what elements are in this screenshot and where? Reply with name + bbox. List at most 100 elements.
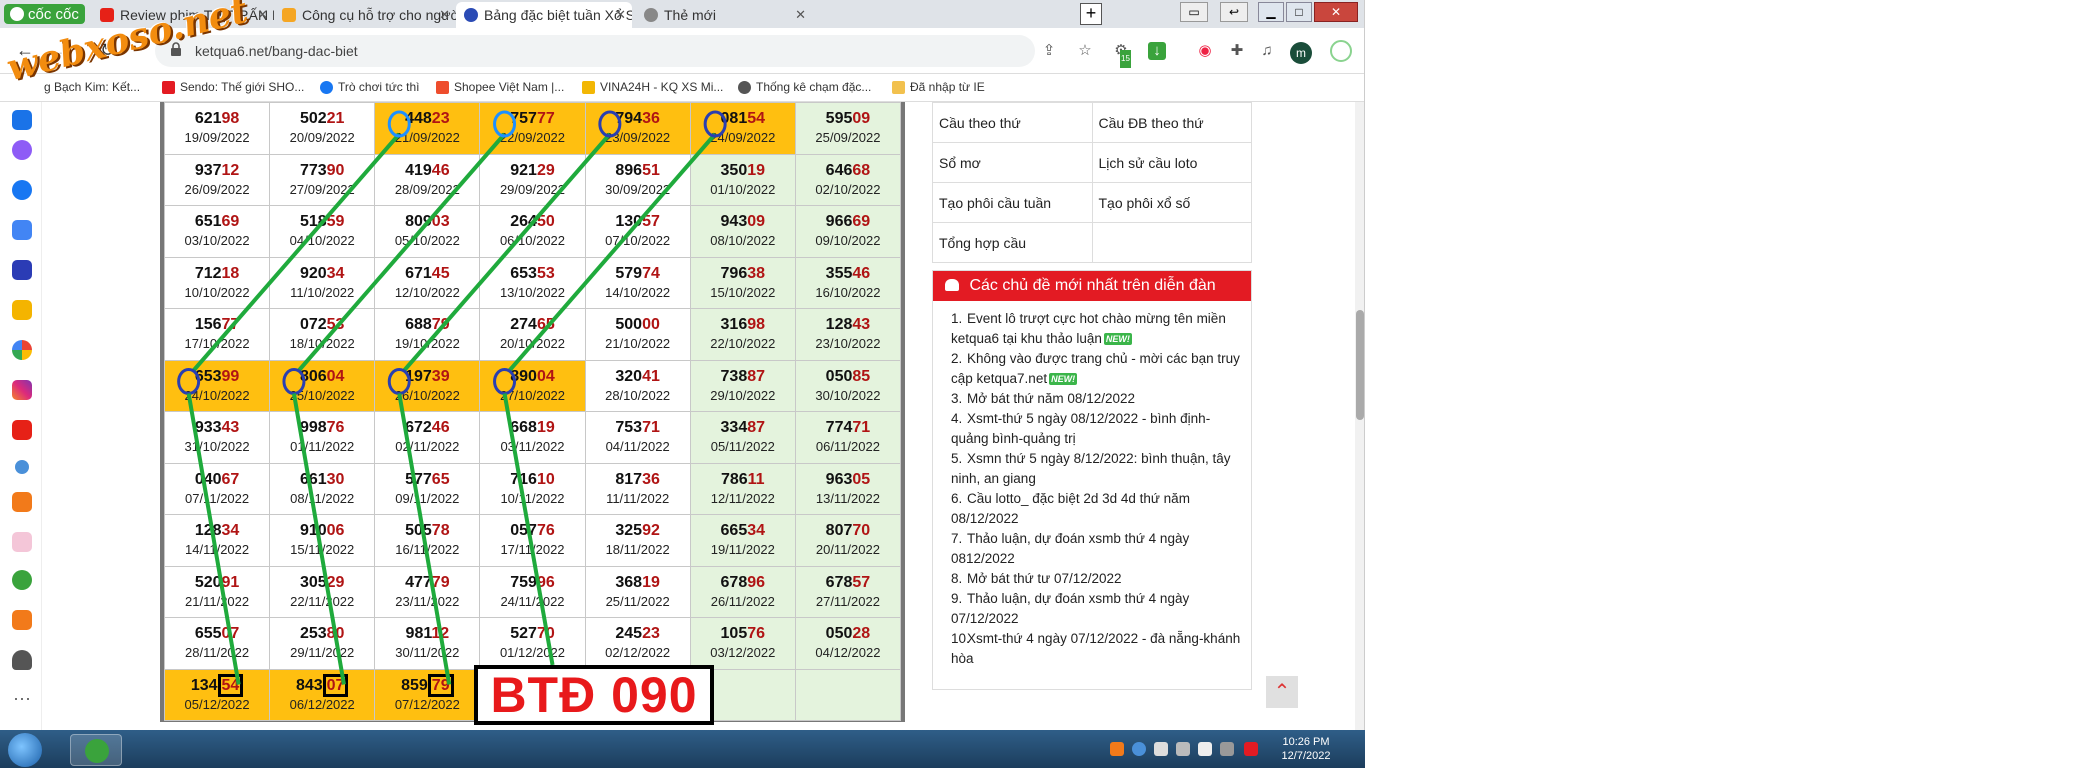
extension-counter-icon[interactable]: ⚙15 xyxy=(1112,42,1131,68)
forum-topic[interactable]: 1. Event lô trượt cực hot chào mừng tên m… xyxy=(951,309,1241,349)
forum-topic[interactable]: 4. Xsmt-thứ 5 ngày 08/12/2022 - bình định… xyxy=(951,409,1241,449)
forum-topic[interactable]: 3. Mở bát thứ năm 08/12/2022 xyxy=(951,389,1241,409)
star-icon[interactable]: ☆ xyxy=(1076,42,1094,60)
omnibox[interactable]: ketqua6.net/bang-dac-biet xyxy=(155,35,1035,67)
browser-brand[interactable]: cốc cốc xyxy=(4,4,85,24)
result-number: 66819 xyxy=(480,418,584,438)
tray-v-icon[interactable] xyxy=(1244,742,1258,756)
forum-topic[interactable]: 6. Cầu lotto_ đặc biệt 2d 3d 4d thứ năm 0… xyxy=(951,489,1241,529)
tray-app-icon[interactable] xyxy=(1110,742,1124,756)
new-tab-button[interactable]: + xyxy=(1080,3,1102,25)
game-icon[interactable] xyxy=(12,610,32,630)
bookmark-shopee[interactable]: Shopee Việt Nam |... xyxy=(436,80,564,94)
profile-ring-icon[interactable] xyxy=(1330,40,1352,62)
result-cell: 36819 25/11/2022 xyxy=(584,565,691,618)
topic-title: Xsmn thứ 5 ngày 8/12/2022: bình thuận, t… xyxy=(951,451,1231,486)
h-app-icon[interactable] xyxy=(12,260,32,280)
messenger-icon[interactable] xyxy=(12,110,32,130)
cast-icon[interactable]: ▭ xyxy=(1180,2,1208,22)
close-icon[interactable]: ✕ xyxy=(615,7,626,23)
link-tao-phoi-cau-tuan[interactable]: Tạo phôi cầu tuần xyxy=(932,182,1093,223)
bookmark-folder-ie[interactable]: Đã nhập từ IE xyxy=(892,80,985,94)
close-window-icon[interactable]: ✕ xyxy=(1314,2,1358,22)
translate-icon[interactable] xyxy=(12,220,32,240)
bookmark-tro-choi[interactable]: Trò chơi tức thì xyxy=(320,80,419,94)
result-date: 21/09/2022 xyxy=(394,130,460,146)
bookmark-bach-kim[interactable]: g Bạch Kim: Kết... xyxy=(44,80,140,94)
avatar[interactable]: m xyxy=(1290,42,1312,64)
close-icon[interactable]: ✕ xyxy=(795,7,806,23)
number-head: 621 xyxy=(194,110,222,128)
chat-icon[interactable] xyxy=(12,140,32,160)
tab-new[interactable]: Thẻ mới ✕ xyxy=(636,2,812,28)
back-icon[interactable]: ↩ xyxy=(1220,2,1248,22)
puzzle-icon[interactable]: ✚ xyxy=(1228,42,1246,60)
tray-volume-icon[interactable] xyxy=(1198,742,1212,756)
chrome-extension-icon[interactable]: ◉ xyxy=(1196,42,1214,60)
media-icon[interactable]: ♫ xyxy=(1258,42,1276,60)
taskbar-clock[interactable]: 10:26 PM 12/7/2022 xyxy=(1278,735,1334,763)
link-cau-db-theo-thu[interactable]: Cầu ĐB theo thứ xyxy=(1091,102,1252,143)
result-number: 19739 xyxy=(375,367,479,387)
more-icon[interactable]: ⋯ xyxy=(12,690,32,710)
facebook-icon[interactable] xyxy=(12,180,32,200)
number-tail: 46 xyxy=(431,161,450,179)
result-date: 05/10/2022 xyxy=(394,233,460,249)
shop-icon[interactable] xyxy=(12,492,32,512)
bell-icon[interactable] xyxy=(12,650,32,670)
football-icon[interactable] xyxy=(12,570,32,590)
youtube-icon[interactable] xyxy=(12,420,32,440)
t-app-icon[interactable] xyxy=(12,300,32,320)
forum-topic[interactable]: 5. Xsmn thứ 5 ngày 8/12/2022: bình thuận,… xyxy=(951,449,1241,489)
bookmark-vina24h[interactable]: VINA24H - KQ XS Mi... xyxy=(582,80,723,94)
forum-topic[interactable]: 10.Xsmt-thứ 4 ngày 07/12/2022 - đà nẵng-… xyxy=(951,629,1241,669)
number-head: 264 xyxy=(510,213,537,231)
maximize-icon[interactable]: □ xyxy=(1286,2,1312,22)
tray-keyboard-icon[interactable] xyxy=(1220,742,1234,756)
tab-congcu[interactable]: Công cụ hỗ trợ cho người ch ✕ xyxy=(274,2,456,28)
instagram-icon[interactable] xyxy=(12,380,32,400)
number-head: 448 xyxy=(405,110,432,128)
result-date: 29/09/2022 xyxy=(499,181,566,197)
close-icon[interactable]: ✕ xyxy=(439,7,450,23)
topic-title: Mở bát thứ năm 08/12/2022 xyxy=(967,391,1135,406)
result-number: 15677 xyxy=(165,315,269,335)
link-tao-phoi-xo-so[interactable]: Tạo phôi xổ số xyxy=(1091,182,1252,223)
taskbar-coccoc[interactable] xyxy=(70,734,122,766)
link-so-mo[interactable]: Sổ mơ xyxy=(932,142,1093,183)
tray-network-icon[interactable] xyxy=(1132,742,1146,756)
link-lich-su-cau-loto[interactable]: Lịch sử cầu loto xyxy=(1091,142,1252,183)
url-text[interactable]: ketqua6.net/bang-dac-biet xyxy=(195,43,358,59)
download-icon[interactable]: ↓ xyxy=(1148,42,1166,60)
tab-bang-dac-biet[interactable]: Bảng đặc biệt tuần Xổ Số Trư ✕ xyxy=(456,2,632,28)
page-scrollbar[interactable] xyxy=(1355,102,1364,730)
forum-topic[interactable]: 2. Không vào được trang chủ - mời các bạn… xyxy=(951,349,1241,389)
number-head: 809 xyxy=(405,213,432,231)
forum-topic[interactable]: 7. Thảo luận, dự đoán xsmb thứ 4 ngày 081… xyxy=(951,529,1241,569)
close-icon[interactable]: ✕ xyxy=(257,7,268,23)
link-tong-hop-cau[interactable]: Tổng hợp cầu xyxy=(932,222,1093,263)
link-cau-theo-thu[interactable]: Cầu theo thứ xyxy=(932,102,1093,143)
minimize-icon[interactable]: ▁ xyxy=(1258,2,1284,22)
result-date: 22/11/2022 xyxy=(290,593,355,609)
number-head: 738 xyxy=(720,367,748,385)
number-tail: 98 xyxy=(221,110,240,128)
bookmark-thong-ke[interactable]: Thống kê chạm đặc... xyxy=(738,80,871,94)
scroll-to-top-button[interactable]: ⌃ xyxy=(1266,676,1298,708)
scrollbar-thumb[interactable] xyxy=(1356,310,1364,420)
share-icon[interactable]: ⇪ xyxy=(1040,42,1058,60)
avatar-app-icon[interactable] xyxy=(12,532,32,552)
result-cell: 77471 06/11/2022 xyxy=(794,411,902,464)
result-cell: 91006 15/11/2022 xyxy=(269,514,376,567)
result-date: 30/11/2022 xyxy=(395,645,460,661)
forum-topic[interactable]: 8. Mở bát thứ tư 07/12/2022 xyxy=(951,569,1241,589)
tray-flag-icon[interactable] xyxy=(1176,742,1190,756)
wifi-icon[interactable] xyxy=(15,460,29,474)
tray-monitor-icon[interactable] xyxy=(1154,742,1168,756)
result-number: 41946 xyxy=(375,161,479,181)
start-button[interactable] xyxy=(8,733,42,767)
forum-topic[interactable]: 9. Thảo luận, dự đoán xsmb thứ 4 ngày 07/… xyxy=(951,589,1241,629)
bookmark-sendo[interactable]: Sendo: Thế giới SHO... xyxy=(162,80,304,94)
google-icon[interactable] xyxy=(12,340,32,360)
result-cell: 27465 20/10/2022 xyxy=(479,308,586,361)
